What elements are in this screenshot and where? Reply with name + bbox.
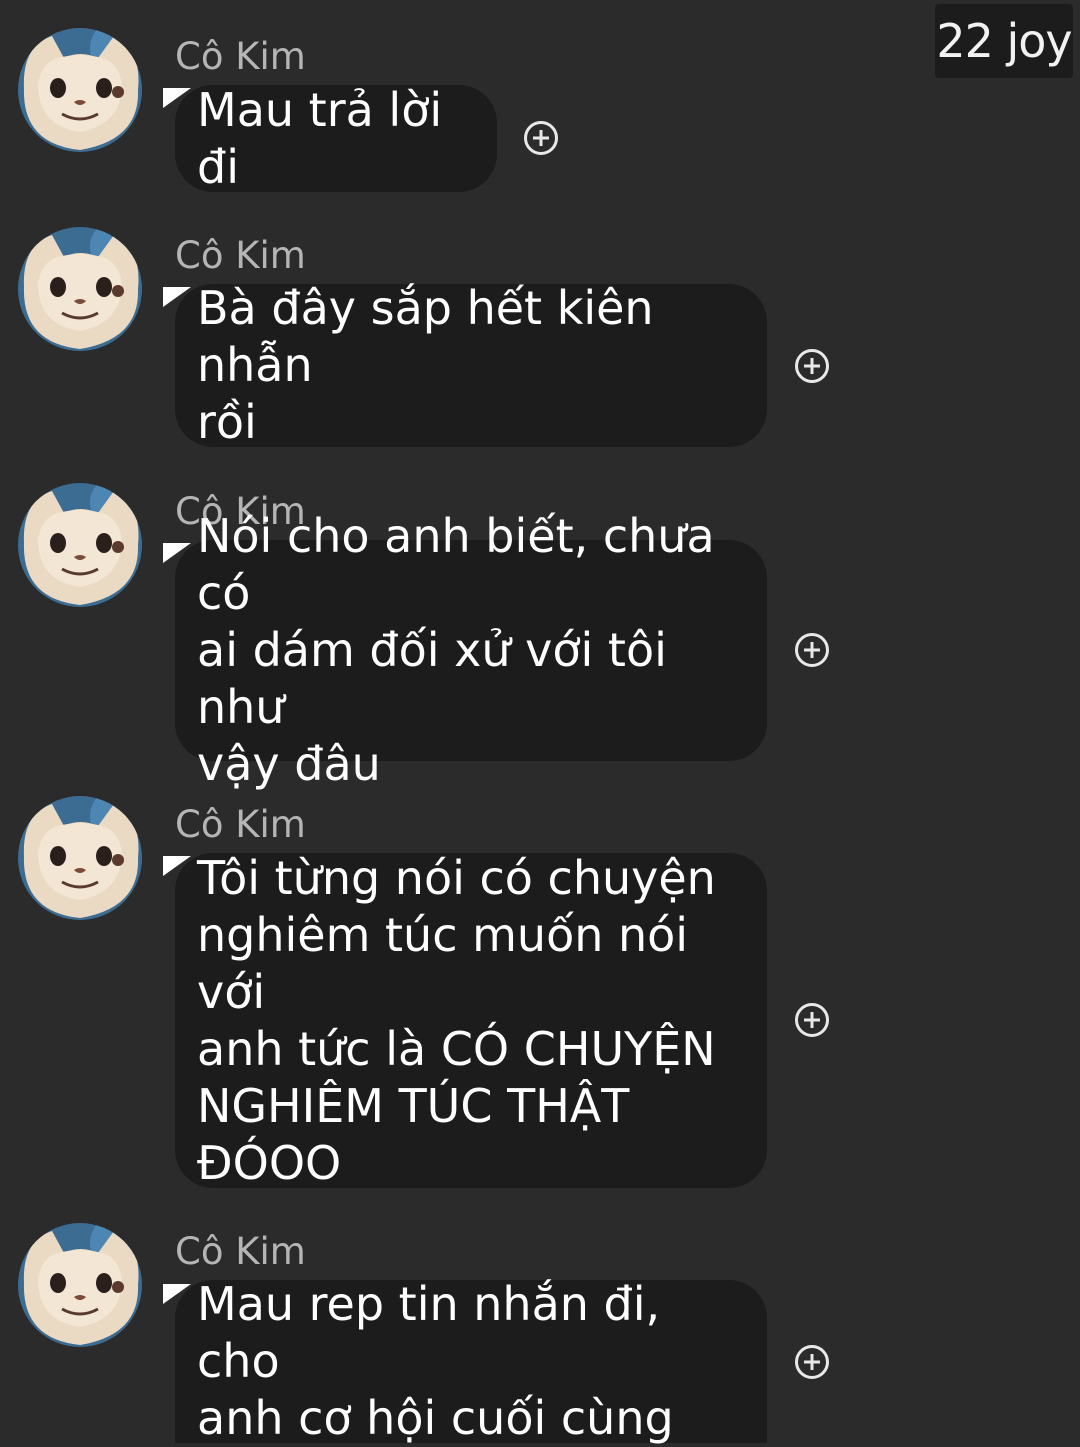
avatar[interactable]	[18, 1223, 142, 1347]
watermark-label: 22 joy	[935, 4, 1073, 78]
avatar[interactable]	[18, 796, 142, 920]
message-bubble[interactable]: Nói cho anh biết, chưa có ai dám đối xử …	[175, 509, 767, 791]
avatar[interactable]	[18, 227, 142, 351]
message-bubble[interactable]: Mau rep tin nhắn đi, cho anh cơ hội cuối…	[175, 1277, 767, 1445]
add-reaction-icon[interactable]	[795, 633, 829, 667]
add-reaction-icon[interactable]	[795, 1003, 829, 1037]
cat-avatar-icon	[18, 796, 142, 920]
cat-avatar-icon	[18, 483, 142, 607]
cat-avatar-icon	[18, 28, 142, 152]
sender-name: Cô Kim	[175, 803, 306, 846]
add-reaction-icon[interactable]	[524, 121, 558, 155]
sender-name: Cô Kim	[175, 234, 306, 277]
sender-name: Cô Kim	[175, 1230, 306, 1273]
avatar[interactable]	[18, 28, 142, 152]
add-reaction-icon[interactable]	[795, 349, 829, 383]
sender-name: Cô Kim	[175, 35, 306, 78]
message-bubble[interactable]: Bà đây sắp hết kiên nhẫn rồi	[175, 281, 767, 449]
cat-avatar-icon	[18, 1223, 142, 1347]
message-bubble[interactable]: Mau trả lời đi	[175, 83, 497, 194]
message-bubble[interactable]: Tôi từng nói có chuyện nghiêm túc muốn n…	[175, 851, 767, 1190]
add-reaction-icon[interactable]	[795, 1345, 829, 1379]
cat-avatar-icon	[18, 227, 142, 351]
avatar[interactable]	[18, 483, 142, 607]
